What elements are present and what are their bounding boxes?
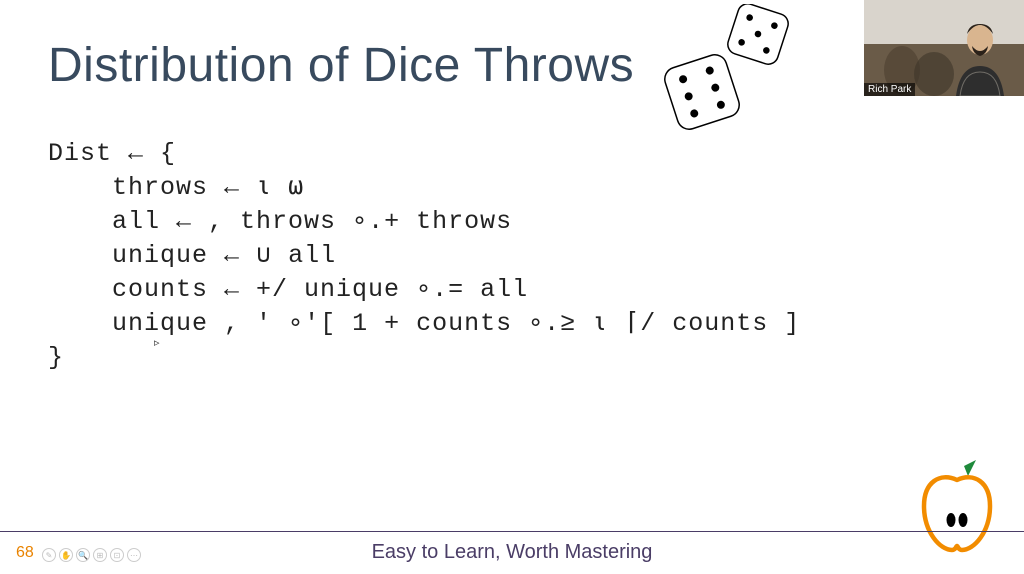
- code-line: }: [48, 343, 64, 372]
- dice-illustration-icon: [664, 4, 794, 134]
- footer-tagline: Easy to Learn, Worth Mastering: [0, 541, 1024, 564]
- presenter-name-label: Rich Park: [864, 83, 915, 96]
- code-line: counts ← +/ unique ∘.= all: [48, 275, 528, 304]
- code-line: unique ← ∪ all: [48, 241, 336, 270]
- code-block: Dist ← { throws ← ⍳ ⍵ all ← , throws ∘.+…: [48, 137, 800, 375]
- code-line: Dist ← {: [48, 139, 176, 168]
- code-line: unique , ' ∘'[ 1 + counts ∘.≥ ⍳ ⌈/ count…: [48, 309, 800, 338]
- mouse-cursor-icon: ▹: [154, 336, 160, 349]
- code-line: all ← , throws ∘.+ throws: [48, 207, 512, 236]
- code-line: throws ← ⍳ ⍵: [48, 173, 304, 202]
- footer: 68 ✎ ✋ 🔍 ⊞ ⊡ ⋯ Easy to Learn, Worth Mast…: [0, 532, 1024, 574]
- slide-title: Distribution of Dice Throws: [48, 38, 634, 93]
- logo-leaf: [964, 460, 976, 476]
- presenter-webcam: Rich Park: [864, 0, 1024, 96]
